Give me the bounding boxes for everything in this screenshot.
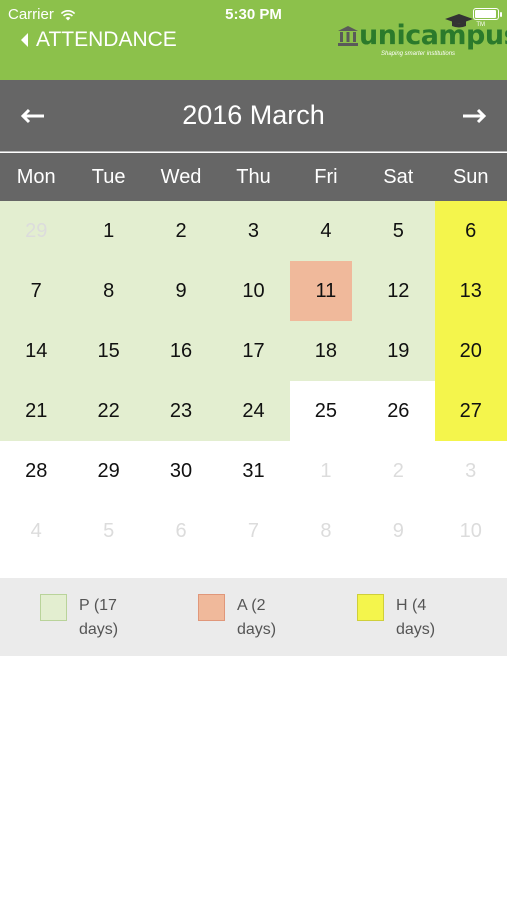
weekday-wed: Wed bbox=[160, 166, 202, 188]
logo-trademark: TM bbox=[476, 22, 485, 28]
calendar-day[interactable]: 17 bbox=[217, 321, 290, 381]
calendar-day[interactable]: 13 bbox=[434, 261, 507, 321]
legend-label: H (4 days) bbox=[396, 597, 436, 638]
calendar-day[interactable]: 1 bbox=[72, 201, 145, 261]
weekday-sat: Sat bbox=[383, 166, 414, 188]
calendar-day[interactable]: 4 bbox=[289, 201, 363, 261]
calendar-day[interactable]: 3 bbox=[435, 441, 507, 501]
logo-tagline: Shaping smarter institutions bbox=[381, 51, 456, 57]
next-month-arrow-icon[interactable] bbox=[461, 106, 487, 126]
calendar-day[interactable]: 3 bbox=[217, 201, 290, 261]
calendar-day[interactable]: 30 bbox=[145, 441, 217, 501]
unicampus-logo: unicampus TM Shaping smarter institution… bbox=[337, 14, 507, 60]
month-title: 2016 March bbox=[182, 100, 325, 130]
calendar-day-label: 11 bbox=[315, 280, 337, 302]
calendar-day[interactable]: 4 bbox=[0, 501, 72, 561]
calendar-day[interactable]: 15 bbox=[72, 321, 145, 381]
legend-item: A (2 days) bbox=[198, 594, 297, 642]
calendar-day[interactable]: 26 bbox=[362, 381, 434, 441]
month-navigation-bar: 2016 March bbox=[0, 80, 507, 152]
legend-item: H (4 days) bbox=[357, 594, 456, 642]
calendar-day[interactable]: 22 bbox=[72, 381, 145, 441]
chevron-left-icon bbox=[21, 33, 28, 47]
weekday-mon: Mon bbox=[16, 166, 56, 188]
calendar-day[interactable]: 24 bbox=[217, 381, 290, 441]
calendar-day[interactable]: 29 bbox=[72, 441, 144, 501]
calendar-day[interactable]: 29 bbox=[0, 201, 73, 261]
calendar-day[interactable]: 19 bbox=[362, 321, 435, 381]
building-icon bbox=[338, 26, 358, 46]
calendar-day[interactable]: 21 bbox=[0, 381, 73, 441]
calendar-day[interactable]: 18 bbox=[289, 321, 363, 381]
legend-swatch bbox=[40, 594, 67, 621]
calendar-day[interactable]: 7 bbox=[217, 501, 289, 561]
legend-label: P (17 days) bbox=[79, 597, 119, 638]
calendar-day[interactable]: 10 bbox=[435, 501, 507, 561]
back-label: ATTENDANCE bbox=[36, 28, 177, 51]
battery-icon bbox=[473, 8, 502, 20]
weekday-tue: Tue bbox=[91, 166, 126, 188]
app-header: Carrier 5:30 PM ATTENDANCE unicampus TM … bbox=[0, 0, 507, 80]
graduation-cap-icon bbox=[445, 14, 473, 28]
calendar-day[interactable]: 5 bbox=[72, 501, 144, 561]
calendar-day[interactable]: 14 bbox=[0, 321, 73, 381]
calendar-day[interactable]: 5 bbox=[362, 201, 435, 261]
legend-swatch bbox=[357, 594, 384, 621]
calendar-day[interactable]: 8 bbox=[72, 261, 145, 321]
calendar-day[interactable]: 2 bbox=[362, 441, 434, 501]
calendar-day[interactable]: 9 bbox=[144, 261, 218, 321]
calendar-day[interactable]: 7 bbox=[0, 261, 73, 321]
calendar-day[interactable]: 20 bbox=[434, 321, 507, 381]
calendar-day[interactable]: 11 bbox=[289, 261, 363, 321]
calendar-grid: 29 1 2 3 4 5 6 7 8 9 10 11 12 13 14 15 16 17 18 19 20 21 22 23 2… bbox=[0, 201, 507, 561]
calendar-day[interactable]: 28 bbox=[0, 441, 72, 501]
attendance-legend: P (17 days) A (2 days) H (4 days) bbox=[0, 578, 507, 656]
calendar-day[interactable]: 2 bbox=[144, 201, 218, 261]
weekday-thu: Thu bbox=[236, 166, 271, 188]
calendar-day[interactable]: 31 bbox=[217, 441, 289, 501]
calendar-day[interactable]: 12 bbox=[362, 261, 435, 321]
calendar-day[interactable]: 27 bbox=[434, 381, 507, 441]
weekday-fri: Fri bbox=[314, 166, 338, 188]
calendar-day[interactable]: 1 bbox=[290, 441, 362, 501]
calendar-day[interactable]: 23 bbox=[144, 381, 218, 441]
legend-item: P (17 days) bbox=[40, 594, 139, 642]
calendar-day[interactable]: 8 bbox=[290, 501, 362, 561]
calendar-day[interactable]: 10 bbox=[217, 261, 290, 321]
calendar-day[interactable]: 6 bbox=[434, 201, 507, 261]
weekday-header: Mon Tue Wed Thu Fri Sat Sun bbox=[0, 153, 507, 201]
calendar-day[interactable]: 6 bbox=[145, 501, 217, 561]
weekday-sun: Sun bbox=[452, 166, 489, 188]
calendar-day[interactable]: 25 bbox=[290, 381, 362, 441]
back-button[interactable]: ATTENDANCE bbox=[20, 28, 177, 52]
legend-label: A (2 days) bbox=[237, 597, 277, 638]
legend-swatch bbox=[198, 594, 225, 621]
calendar-day[interactable]: 16 bbox=[144, 321, 218, 381]
calendar-day[interactable]: 9 bbox=[362, 501, 434, 561]
